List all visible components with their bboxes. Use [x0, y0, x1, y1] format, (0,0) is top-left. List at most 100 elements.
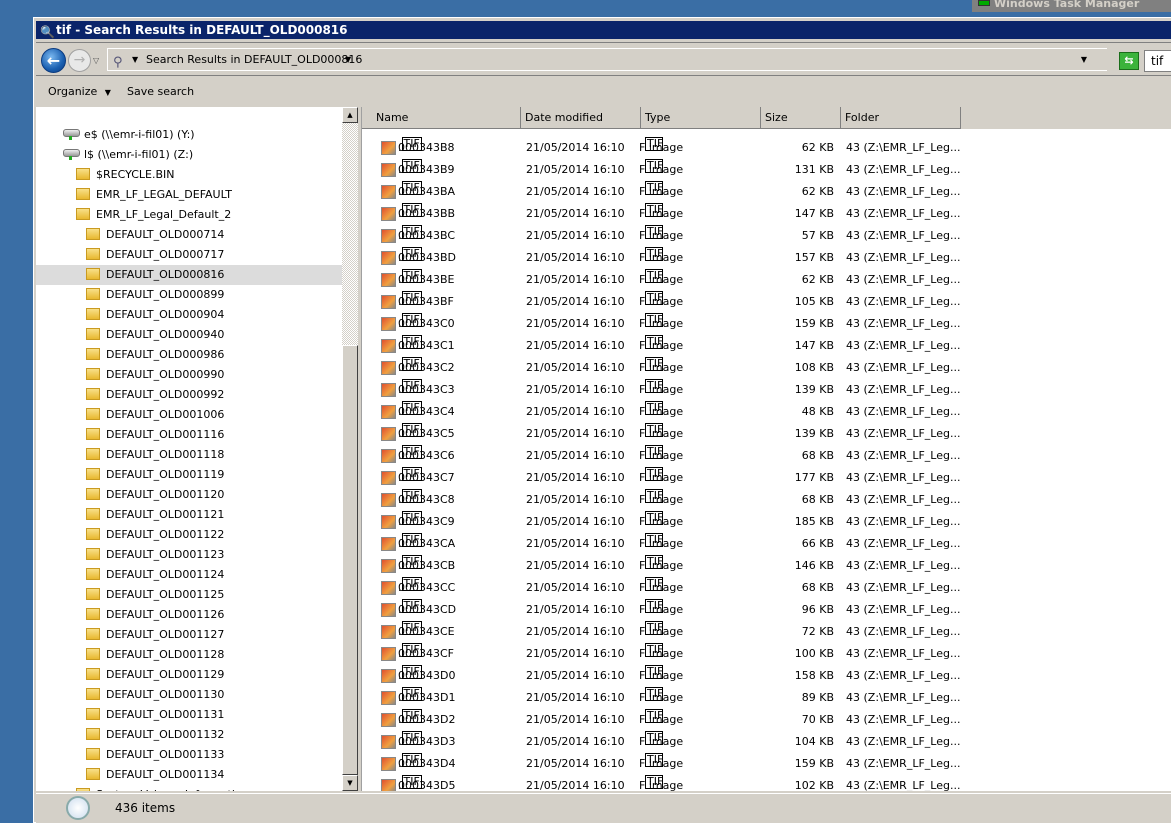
file-row[interactable]: 000343C4. TIF 21/05/2014 16:10 TIF F image… — [362, 401, 962, 423]
tree-item[interactable]: DEFAULT_OLD001131 — [86, 705, 224, 725]
file-row[interactable]: 000343CF. TIF 21/05/2014 16:10 TIF F image… — [362, 643, 962, 665]
tree-item[interactable]: DEFAULT_OLD000990 — [86, 365, 224, 385]
folder-icon — [86, 588, 100, 600]
tree-item[interactable]: DEFAULT_OLD001122 — [86, 525, 224, 545]
tree-item[interactable]: DEFAULT_OLD001125 — [86, 585, 224, 605]
tree-item[interactable]: DEFAULT_OLD001129 — [86, 665, 224, 685]
file-row[interactable]: 000343BB. TIF 21/05/2014 16:10 TIF F image… — [362, 203, 962, 225]
search-input[interactable]: tif — [1144, 50, 1171, 72]
file-folder: 43 (Z:\EMR_LF_Leg... — [846, 691, 961, 704]
folder-icon — [86, 448, 100, 460]
column-name[interactable]: Name — [362, 107, 521, 129]
title-bar[interactable]: 🔍 tif - Search Results in DEFAULT_OLD000… — [36, 21, 1171, 39]
file-row[interactable]: 000343C7. TIF 21/05/2014 16:10 TIF F image… — [362, 467, 962, 489]
tree-item[interactable]: DEFAULT_OLD000940 — [86, 325, 224, 345]
file-row[interactable]: 000343D3. TIF 21/05/2014 16:10 TIF F image… — [362, 731, 962, 753]
file-row[interactable]: 000343BE. TIF 21/05/2014 16:10 TIF F image… — [362, 269, 962, 291]
tree-item[interactable]: DEFAULT_OLD001006 — [86, 405, 224, 425]
file-row[interactable]: 000343D5. TIF 21/05/2014 16:10 TIF F image… — [362, 775, 962, 791]
file-row[interactable]: 000343BF. TIF 21/05/2014 16:10 TIF F image… — [362, 291, 962, 313]
file-type: TIF F image — [639, 555, 684, 572]
tree-item[interactable]: DEFAULT_OLD000904 — [86, 305, 224, 325]
tree-item[interactable]: DEFAULT_OLD000899 — [86, 285, 224, 305]
tree-item[interactable]: DEFAULT_OLD001120 — [86, 485, 224, 505]
file-row[interactable]: 000343BC. TIF 21/05/2014 16:10 TIF F image… — [362, 225, 962, 247]
tif-image-icon — [381, 207, 396, 221]
breadcrumb-location[interactable]: Search Results in DEFAULT_OLD000816 — [146, 49, 362, 70]
column-folder[interactable]: Folder — [841, 107, 961, 129]
file-row[interactable]: 000343C3. TIF 21/05/2014 16:10 TIF F image… — [362, 379, 962, 401]
tree-item[interactable]: DEFAULT_OLD000816 — [36, 265, 342, 285]
tree-item[interactable]: DEFAULT_OLD001123 — [86, 545, 224, 565]
tree-item[interactable]: DEFAULT_OLD000992 — [86, 385, 224, 405]
tree-item[interactable]: EMR_LF_LEGAL_DEFAULT — [76, 185, 232, 205]
refresh-button[interactable]: ⇆ — [1119, 52, 1139, 70]
file-type: TIF F image — [639, 643, 684, 660]
tree-item[interactable]: DEFAULT_OLD001119 — [86, 465, 224, 485]
history-dropdown-icon[interactable]: ▽ — [93, 56, 99, 65]
file-row[interactable]: 000343CE. TIF 21/05/2014 16:10 TIF F image… — [362, 621, 962, 643]
tree-item[interactable]: DEFAULT_OLD001118 — [86, 445, 224, 465]
tree-item[interactable]: System Volume Information — [76, 785, 249, 791]
file-row[interactable]: 000343CD. TIF 21/05/2014 16:10 TIF F image… — [362, 599, 962, 621]
back-button[interactable]: ← — [41, 48, 66, 73]
file-row[interactable]: 000343D0. TIF 21/05/2014 16:10 TIF F image… — [362, 665, 962, 687]
file-date: 21/05/2014 16:10 — [526, 625, 625, 638]
file-row[interactable]: 000343C5. TIF 21/05/2014 16:10 TIF F image… — [362, 423, 962, 445]
file-row[interactable]: 000343D4. TIF 21/05/2014 16:10 TIF F image… — [362, 753, 962, 775]
file-row[interactable]: 000343C0. TIF 21/05/2014 16:10 TIF F image… — [362, 313, 962, 335]
file-row[interactable]: 000343CA. TIF 21/05/2014 16:10 TIF F image… — [362, 533, 962, 555]
tree-item[interactable]: DEFAULT_OLD001132 — [86, 725, 224, 745]
tree-item[interactable]: $RECYCLE.BIN — [76, 165, 174, 185]
tree-item[interactable]: l$ (\\emr-i-fil01) (Z:) — [62, 145, 193, 165]
tree-item-label: DEFAULT_OLD001006 — [106, 408, 225, 421]
forward-button[interactable]: → — [68, 49, 91, 72]
organize-button[interactable]: Organize ▼ — [48, 79, 111, 106]
scroll-thumb[interactable] — [342, 345, 358, 775]
file-row[interactable]: 000343C2. TIF 21/05/2014 16:10 TIF F image… — [362, 357, 962, 379]
tree-item[interactable]: DEFAULT_OLD001133 — [86, 745, 224, 765]
scroll-up-button[interactable]: ▲ — [342, 107, 358, 123]
file-row[interactable]: 000343BA. TIF 21/05/2014 16:10 TIF F image… — [362, 181, 962, 203]
background-window-task-manager[interactable]: Windows Task Manager — [972, 0, 1171, 12]
file-size: 158 KB — [794, 669, 834, 682]
tree-item[interactable]: DEFAULT_OLD001124 — [86, 565, 224, 585]
file-row[interactable]: 000343C1. TIF 21/05/2014 16:10 TIF F image… — [362, 335, 962, 357]
folder-icon — [86, 668, 100, 680]
column-size[interactable]: Size — [761, 107, 841, 129]
file-row[interactable]: 000343C6. TIF 21/05/2014 16:10 TIF F image… — [362, 445, 962, 467]
file-row[interactable]: 000343D1. TIF 21/05/2014 16:10 TIF F image… — [362, 687, 962, 709]
chevron-down-icon[interactable]: ▼ — [345, 49, 351, 70]
tree-item[interactable]: DEFAULT_OLD001134 — [86, 765, 224, 785]
tree-item[interactable]: DEFAULT_OLD001130 — [86, 685, 224, 705]
file-row[interactable]: 000343D2. TIF 21/05/2014 16:10 TIF F image… — [362, 709, 962, 731]
tree-item[interactable]: DEFAULT_OLD001128 — [86, 645, 224, 665]
file-row[interactable]: 000343B8. TIF 21/05/2014 16:10 TIF F image… — [362, 137, 962, 159]
file-row[interactable]: 000343CB. TIF 21/05/2014 16:10 TIF F image… — [362, 555, 962, 577]
file-row[interactable]: 000343C8. TIF 21/05/2014 16:10 TIF F image… — [362, 489, 962, 511]
column-date-modified[interactable]: Date modified — [521, 107, 641, 129]
tree-item[interactable]: e$ (\\emr-i-fil01) (Y:) — [62, 125, 195, 145]
file-folder: 43 (Z:\EMR_LF_Leg... — [846, 185, 961, 198]
chevron-down-icon[interactable]: ▼ — [132, 49, 138, 70]
file-row[interactable]: 000343CC. TIF 21/05/2014 16:10 TIF F image… — [362, 577, 962, 599]
address-dropdown-icon[interactable]: ▼ — [1081, 49, 1087, 70]
tree-item[interactable]: DEFAULT_OLD001121 — [86, 505, 224, 525]
breadcrumb[interactable]: ⚲ ▼ Search Results in DEFAULT_OLD000816 … — [107, 48, 1107, 71]
file-row[interactable]: 000343BD. TIF 21/05/2014 16:10 TIF F image… — [362, 247, 962, 269]
tree-item[interactable]: DEFAULT_OLD001116 — [86, 425, 224, 445]
tree-scrollbar[interactable]: ▲ ▼ — [342, 107, 358, 791]
tree-item[interactable]: EMR_LF_Legal_Default_2 — [76, 205, 231, 225]
file-size: 147 KB — [794, 207, 834, 220]
tif-image-icon — [381, 449, 396, 463]
column-type[interactable]: Type — [641, 107, 761, 129]
tree-item[interactable]: DEFAULT_OLD001127 — [86, 625, 224, 645]
file-row[interactable]: 000343C9. TIF 21/05/2014 16:10 TIF F image… — [362, 511, 962, 533]
file-row[interactable]: 000343B9. TIF 21/05/2014 16:10 TIF F image… — [362, 159, 962, 181]
tree-item[interactable]: DEFAULT_OLD001126 — [86, 605, 224, 625]
scroll-down-button[interactable]: ▼ — [342, 775, 358, 791]
tree-item[interactable]: DEFAULT_OLD000714 — [86, 225, 224, 245]
save-search-button[interactable]: Save search — [127, 79, 194, 105]
tree-item[interactable]: DEFAULT_OLD000986 — [86, 345, 224, 365]
tree-item[interactable]: DEFAULT_OLD000717 — [86, 245, 224, 265]
